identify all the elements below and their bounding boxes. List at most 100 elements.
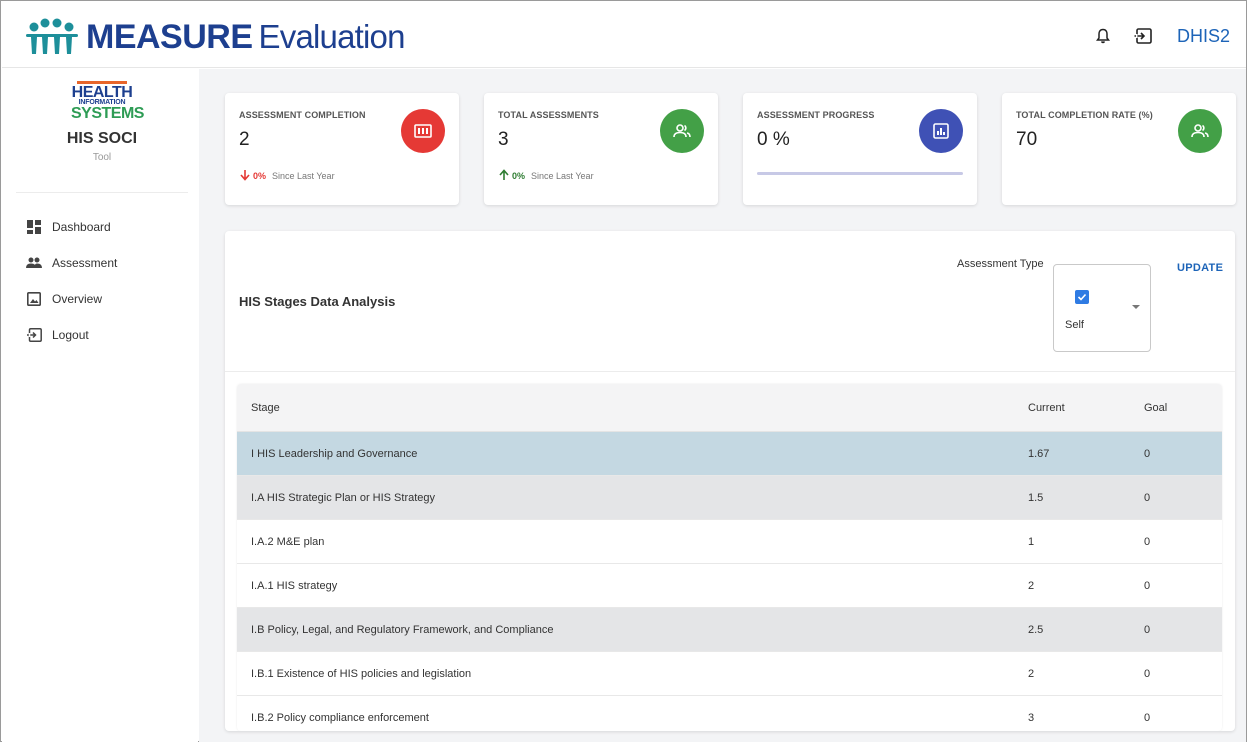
card-value: 2: [239, 129, 250, 150]
trend-percent: 0%: [512, 171, 526, 181]
cell-goal: 0: [1144, 447, 1151, 460]
sidebar-item-assessment[interactable]: Assessment: [2, 245, 198, 281]
dhis2-link[interactable]: DHIS2: [1177, 26, 1230, 47]
app-subtitle: Tool: [92, 151, 112, 163]
bell-icon[interactable]: [1091, 24, 1115, 48]
assessment-type-label: Assessment Type: [957, 258, 1044, 270]
group-icon: [1178, 109, 1222, 153]
main-content: ASSESSMENT COMPLETION 2 0% Since Last Ye…: [199, 69, 1246, 742]
logo-text-bold: MEASURE: [86, 17, 253, 56]
panel-title: HIS Stages Data Analysis: [239, 294, 396, 309]
cell-stage: I.B.2 Policy compliance enforcement: [251, 711, 429, 724]
trend-indicator: 0% Since Last Year: [498, 169, 594, 183]
table-row[interactable]: I.B.2 Policy compliance enforcement 3 0: [237, 696, 1222, 731]
cell-stage: I.A.1 HIS strategy: [251, 579, 338, 592]
table-row[interactable]: I.B.1 Existence of HIS policies and legi…: [237, 652, 1222, 696]
sidebar-brand: HEALTH INFORMATION SYSTEMS HIS SOCI Tool: [16, 79, 188, 193]
assessment-type-select[interactable]: Self: [1053, 264, 1151, 352]
cell-goal: 0: [1144, 579, 1151, 592]
progress-bar: [757, 172, 963, 175]
sidebar-item-dashboard[interactable]: Dashboard: [2, 209, 198, 245]
card-label: TOTAL ASSESSMENTS: [498, 110, 599, 120]
column-header-current[interactable]: Current: [1028, 402, 1144, 414]
photo-icon: [26, 291, 42, 307]
table-row[interactable]: I.B Policy, Legal, and Regulatory Framew…: [237, 608, 1222, 652]
table-row[interactable]: I.A.2 M&E plan 1 0: [237, 520, 1222, 564]
cell-goal: 0: [1144, 711, 1151, 724]
cell-current: 2.5: [1028, 623, 1044, 636]
group-icon: [660, 109, 704, 153]
sidebar-item-label: Assessment: [52, 256, 118, 270]
trend-text: Since Last Year: [272, 171, 335, 181]
dashboard-icon: [26, 219, 42, 235]
stages-table: Stage Current Goal I HIS Leadership and …: [237, 384, 1222, 731]
cell-current: 2: [1028, 667, 1035, 680]
total-completion-rate-card: TOTAL COMPLETION RATE (%) 70: [1002, 93, 1236, 205]
sidebar-item-label: Logout: [52, 328, 89, 342]
sidebar-item-label: Dashboard: [52, 220, 111, 234]
top-actions: DHIS2: [1075, 24, 1230, 48]
people-logo-icon: [26, 18, 78, 56]
cell-goal: 0: [1144, 623, 1151, 636]
card-label: ASSESSMENT COMPLETION: [239, 110, 366, 120]
table-row[interactable]: I HIS Leadership and Governance 1.67 0: [237, 432, 1222, 476]
arrow-down-icon: [239, 169, 251, 183]
cell-goal: 0: [1144, 491, 1151, 504]
counter-icon: [401, 109, 445, 153]
sidebar-item-overview[interactable]: Overview: [2, 281, 198, 317]
selected-option: Self: [1065, 319, 1084, 331]
card-label: ASSESSMENT PROGRESS: [757, 110, 875, 120]
table-row[interactable]: I.A.1 HIS strategy 2 0: [237, 564, 1222, 608]
cell-current: 1: [1028, 535, 1035, 548]
cell-stage: I HIS Leadership and Governance: [251, 447, 418, 460]
logout-icon[interactable]: [1131, 24, 1155, 48]
cell-current: 3: [1028, 711, 1035, 724]
his-stages-panel: HIS Stages Data Analysis Assessment Type…: [225, 231, 1235, 731]
self-checkbox[interactable]: [1075, 290, 1089, 304]
table-header: Stage Current Goal: [237, 384, 1222, 432]
sidebar-item-logout[interactable]: Logout: [2, 317, 198, 353]
cell-goal: 0: [1144, 535, 1151, 548]
total-assessments-card: TOTAL ASSESSMENTS 3 0% Since Last Year: [484, 93, 718, 205]
column-header-stage[interactable]: Stage: [237, 402, 1028, 414]
card-label: TOTAL COMPLETION RATE (%): [1016, 110, 1153, 120]
checkmark-icon: [1077, 293, 1087, 301]
column-header-goal[interactable]: Goal: [1144, 402, 1222, 414]
cell-stage: I.B Policy, Legal, and Regulatory Framew…: [251, 623, 554, 636]
card-value: 0 %: [757, 129, 790, 150]
assessment-progress-card: ASSESSMENT PROGRESS 0 %: [743, 93, 977, 205]
table-row[interactable]: I.A HIS Strategic Plan or HIS Strategy 1.…: [237, 476, 1222, 520]
top-bar: MEASURE Evaluation DHIS2: [2, 2, 1246, 68]
cell-current: 2: [1028, 579, 1035, 592]
logo-text-light: Evaluation: [258, 18, 406, 55]
card-value: 70: [1016, 129, 1038, 150]
logo-health-text: HEALTH: [71, 84, 133, 101]
cell-current: 1.5: [1028, 491, 1044, 504]
divider: [225, 371, 1235, 372]
sidebar-nav: Dashboard Assessment Overview Logout: [2, 209, 198, 353]
trend-indicator: 0% Since Last Year: [239, 169, 335, 183]
card-value: 3: [498, 129, 509, 150]
arrow-up-icon: [498, 169, 510, 183]
app-title: HIS SOCI: [66, 129, 138, 147]
table-body: I HIS Leadership and Governance 1.67 0 I.A …: [237, 432, 1222, 731]
cell-goal: 0: [1144, 667, 1151, 680]
cell-stage: I.B.1 Existence of HIS policies and legi…: [251, 667, 472, 680]
chevron-down-icon: [1132, 305, 1140, 309]
measure-evaluation-logo[interactable]: MEASURE Evaluation: [26, 14, 405, 60]
sidebar-item-label: Overview: [52, 292, 103, 306]
logo-systems-text: SYSTEMS: [71, 104, 144, 122]
trend-percent: 0%: [253, 171, 267, 181]
app-frame: MEASURE Evaluation DHIS2 HEALTH INFORMAT…: [0, 0, 1247, 742]
cell-current: 1.67: [1028, 447, 1050, 460]
people-icon: [26, 255, 42, 271]
logout-icon: [26, 327, 42, 343]
health-information-systems-logo: HEALTH INFORMATION SYSTEMS: [71, 81, 144, 122]
update-button[interactable]: UPDATE: [1177, 262, 1223, 274]
cell-stage: I.A HIS Strategic Plan or HIS Strategy: [251, 491, 436, 504]
sidebar: HEALTH INFORMATION SYSTEMS HIS SOCI Tool…: [2, 69, 198, 742]
assessment-completion-card: ASSESSMENT COMPLETION 2 0% Since Last Ye…: [225, 93, 459, 205]
bar-chart-icon: [919, 109, 963, 153]
trend-text: Since Last Year: [531, 171, 594, 181]
cell-stage: I.A.2 M&E plan: [251, 535, 325, 548]
